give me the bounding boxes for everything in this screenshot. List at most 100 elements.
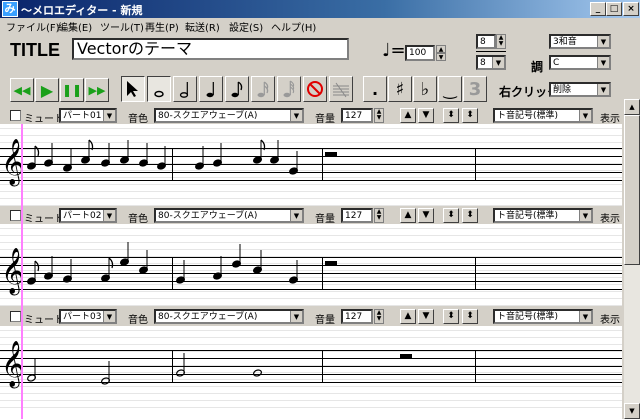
fast-forward-button[interactable]: ▶▶ <box>85 78 109 102</box>
note[interactable] <box>252 124 268 206</box>
part-dropdown-arrow[interactable]: ▼ <box>103 311 115 322</box>
harmony-select[interactable]: 3和音 ▼ <box>549 34 611 49</box>
collapse-part-button[interactable]: ⬍ <box>462 108 478 123</box>
pause-button[interactable]: ❚❚ <box>60 78 84 102</box>
rewind-button[interactable]: ◀◀ <box>10 78 34 102</box>
select-tool-button[interactable] <box>121 76 145 102</box>
tone-select[interactable]: 80-スクエアウェーブ(A) ▼ <box>154 309 304 324</box>
note[interactable] <box>138 124 154 206</box>
note[interactable] <box>100 124 116 206</box>
staff[interactable]: 𝄞 <box>0 326 622 419</box>
whole-rest-icon[interactable] <box>400 354 412 358</box>
note[interactable] <box>119 224 135 306</box>
tone-dropdown-arrow[interactable]: ▼ <box>290 110 302 121</box>
triplet-button[interactable]: 3 <box>463 76 487 102</box>
collapse-part-button[interactable]: ⬍ <box>462 309 478 324</box>
note[interactable] <box>212 124 228 206</box>
note[interactable] <box>138 224 154 306</box>
note[interactable] <box>119 124 135 206</box>
clef-select[interactable]: ト音記号(標準) ▼ <box>493 108 593 123</box>
sixteenth-note-button[interactable] <box>251 76 275 102</box>
part-select[interactable]: パート02 ▼ <box>59 208 117 223</box>
menu-settings[interactable]: 設定(S) <box>229 19 263 34</box>
octave-up-button[interactable]: ▲ <box>400 108 416 123</box>
denominator-dropdown-arrow[interactable]: ▼ <box>492 57 504 68</box>
menu-edit[interactable]: 編集(E) <box>58 19 92 34</box>
note[interactable] <box>26 326 42 419</box>
tempo-spin-up[interactable]: ▲ <box>436 45 446 53</box>
note[interactable] <box>194 124 210 206</box>
maximize-button[interactable]: □ <box>606 2 622 16</box>
tempo-input[interactable]: 100 <box>405 45 435 61</box>
dot-button[interactable]: . <box>363 76 387 102</box>
volume-input[interactable]: 127 <box>341 208 373 223</box>
right-click-dropdown-arrow[interactable]: ▼ <box>597 84 609 95</box>
menu-tool[interactable]: ツール(T) <box>100 19 144 34</box>
tempo-spin-down[interactable]: ▼ <box>436 53 446 61</box>
expand-part-button[interactable]: ⬍ <box>443 208 459 223</box>
clef-dropdown-arrow[interactable]: ▼ <box>579 110 591 121</box>
vertical-scrollbar[interactable]: ▲ ▼ <box>624 99 640 419</box>
clef-select[interactable]: ト音記号(標準) ▼ <box>493 208 593 223</box>
playback-cursor[interactable] <box>21 124 23 419</box>
expand-part-button[interactable]: ⬍ <box>443 108 459 123</box>
eighth-note-button[interactable] <box>225 76 249 102</box>
note[interactable] <box>43 124 59 206</box>
part-select[interactable]: パート01 ▼ <box>59 108 117 123</box>
menu-file[interactable]: ファイル(F) <box>6 19 60 34</box>
note[interactable] <box>288 224 304 306</box>
tone-dropdown-arrow[interactable]: ▼ <box>290 210 302 221</box>
note[interactable] <box>62 124 78 206</box>
clef-dropdown-arrow[interactable]: ▼ <box>579 311 591 322</box>
tone-select[interactable]: 80-スクエアウェーブ(A) ▼ <box>154 208 304 223</box>
volume-spinner[interactable]: ▲ ▼ <box>374 108 384 123</box>
note[interactable] <box>43 224 59 306</box>
note[interactable] <box>212 224 228 306</box>
scroll-down-button[interactable]: ▼ <box>624 403 640 419</box>
whole-rest-icon[interactable] <box>325 152 337 156</box>
tie-button[interactable]: ‿ <box>438 76 462 102</box>
harmony-dropdown-arrow[interactable]: ▼ <box>597 36 609 47</box>
play-button[interactable]: ▶ <box>35 78 59 102</box>
time-signature-denominator[interactable]: 8 ▼ <box>476 55 506 70</box>
numerator-spinner[interactable]: ▲ ▼ <box>496 34 506 49</box>
note[interactable] <box>231 224 247 306</box>
tone-select[interactable]: 80-スクエアウェーブ(A) ▼ <box>154 108 304 123</box>
volume-spinner[interactable]: ▲ ▼ <box>374 208 384 223</box>
flat-button[interactable]: ♭ <box>413 76 437 102</box>
menu-transfer[interactable]: 転送(R) <box>185 19 220 34</box>
title-input[interactable]: Vectorのテーマ <box>72 38 349 60</box>
part-dropdown-arrow[interactable]: ▼ <box>103 110 115 121</box>
staff[interactable]: 𝄞 <box>0 224 622 306</box>
note[interactable] <box>26 224 42 306</box>
minimize-button[interactable]: _ <box>590 2 606 16</box>
erase-button[interactable] <box>329 76 353 102</box>
mute-checkbox[interactable] <box>10 110 21 121</box>
whole-rest-icon[interactable] <box>325 261 337 265</box>
note[interactable] <box>62 224 78 306</box>
note[interactable] <box>252 326 268 419</box>
note[interactable] <box>156 124 172 206</box>
clef-select[interactable]: ト音記号(標準) ▼ <box>493 309 593 324</box>
quarter-note-button[interactable] <box>199 76 223 102</box>
note[interactable] <box>175 326 191 419</box>
note[interactable] <box>80 124 96 206</box>
thirty-second-note-button[interactable] <box>277 76 301 102</box>
note[interactable] <box>252 224 268 306</box>
right-click-action-select[interactable]: 削除 ▼ <box>549 82 611 97</box>
octave-up-button[interactable]: ▲ <box>400 208 416 223</box>
note[interactable] <box>100 224 116 306</box>
octave-down-button[interactable]: ▼ <box>418 208 434 223</box>
key-select[interactable]: C ▼ <box>549 55 611 70</box>
note[interactable] <box>100 326 116 419</box>
tone-dropdown-arrow[interactable]: ▼ <box>290 311 302 322</box>
key-dropdown-arrow[interactable]: ▼ <box>597 57 609 68</box>
expand-part-button[interactable]: ⬍ <box>443 309 459 324</box>
part-select[interactable]: パート03 ▼ <box>59 309 117 324</box>
whole-note-button[interactable] <box>147 76 171 102</box>
part-dropdown-arrow[interactable]: ▼ <box>103 210 115 221</box>
volume-input[interactable]: 127 <box>341 309 373 324</box>
note[interactable] <box>175 224 191 306</box>
close-button[interactable]: × <box>623 2 639 16</box>
note[interactable] <box>288 124 304 206</box>
